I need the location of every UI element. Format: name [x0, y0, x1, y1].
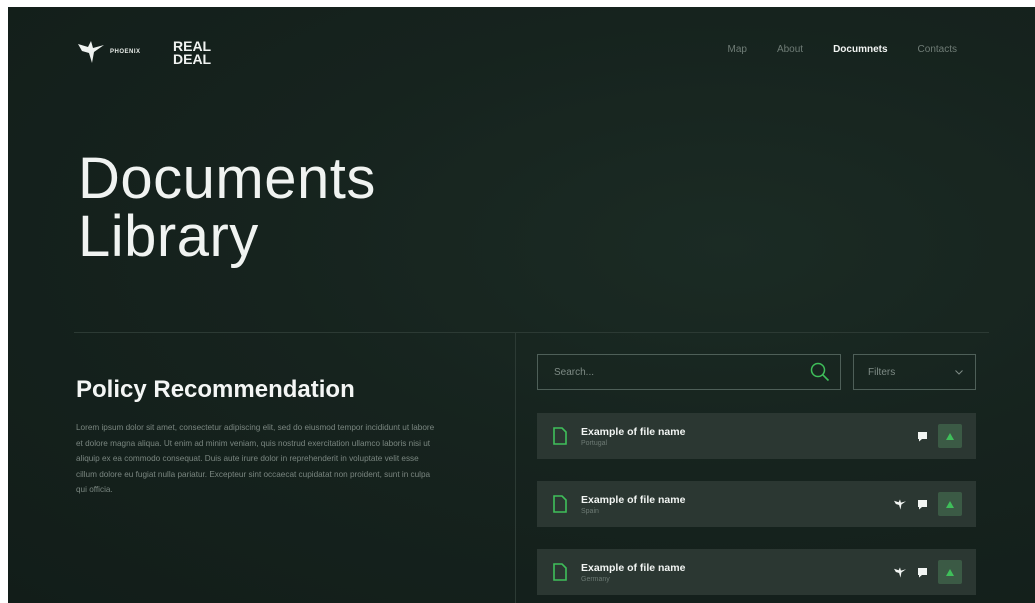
file-row[interactable]: Example of file name Germany — [537, 549, 976, 595]
search-box — [537, 354, 841, 390]
policy-title: Policy Recommendation — [76, 376, 355, 403]
real-deal-logo-line2: DEAL — [173, 51, 212, 67]
file-meta: Example of file name Germany — [581, 562, 894, 583]
upload-button[interactable] — [938, 560, 962, 584]
section-divider — [74, 332, 989, 333]
file-actions — [894, 560, 962, 584]
chat-bubble-icon[interactable] — [916, 498, 928, 510]
file-meta: Example of file name Portugal — [581, 426, 916, 447]
file-icon — [553, 427, 567, 445]
phoenix-bird-icon[interactable] — [894, 566, 906, 578]
upload-button[interactable] — [938, 424, 962, 448]
nav-item-documents[interactable]: Documnets — [833, 44, 887, 55]
upload-button[interactable] — [938, 492, 962, 516]
search-icon[interactable] — [810, 362, 830, 382]
page-frame: PHOENIX REAL DEAL Map About Documnets Co… — [8, 7, 1035, 603]
policy-description: Lorem ipsum dolor sit amet, consectetur … — [76, 423, 435, 495]
filters-label: Filters — [868, 366, 896, 378]
chat-bubble-icon[interactable] — [916, 566, 928, 578]
column-divider — [515, 333, 516, 603]
phoenix-logo[interactable]: PHOENIX — [78, 41, 141, 63]
search-input[interactable] — [552, 365, 810, 379]
file-icon — [553, 563, 567, 581]
page-title-line1: Documents — [78, 146, 376, 211]
nav-item-contacts[interactable]: Contacts — [918, 44, 957, 55]
chat-bubble-icon[interactable] — [916, 430, 928, 442]
file-meta: Example of file name Spain — [581, 494, 894, 515]
page-title: Documents Library — [78, 150, 376, 266]
real-deal-logo[interactable]: REAL DEAL — [173, 39, 212, 67]
file-country: Germany — [581, 575, 610, 583]
file-actions — [894, 492, 962, 516]
nav-item-map[interactable]: Map — [727, 44, 746, 55]
file-icon — [553, 495, 567, 513]
page-title-line2: Library — [78, 204, 259, 269]
main-nav: Map About Documnets Contacts — [727, 44, 957, 55]
upload-arrow-icon — [946, 500, 954, 508]
nav-item-about[interactable]: About — [777, 44, 803, 55]
file-country: Spain — [581, 507, 599, 515]
file-row[interactable]: Example of file name Spain — [537, 481, 976, 527]
file-country: Portugal — [581, 439, 608, 447]
file-name: Example of file name — [581, 493, 686, 506]
phoenix-bird-icon — [78, 41, 104, 63]
chevron-down-icon — [955, 369, 963, 375]
file-row[interactable]: Example of file name Portugal — [537, 413, 976, 459]
phoenix-logo-text: PHOENIX — [110, 49, 141, 55]
phoenix-bird-icon[interactable] — [894, 498, 906, 510]
filters-dropdown[interactable]: Filters — [853, 354, 976, 390]
upload-arrow-icon — [946, 432, 954, 440]
upload-arrow-icon — [946, 568, 954, 576]
file-name: Example of file name — [581, 425, 686, 438]
file-actions — [916, 424, 962, 448]
file-name: Example of file name — [581, 561, 686, 574]
